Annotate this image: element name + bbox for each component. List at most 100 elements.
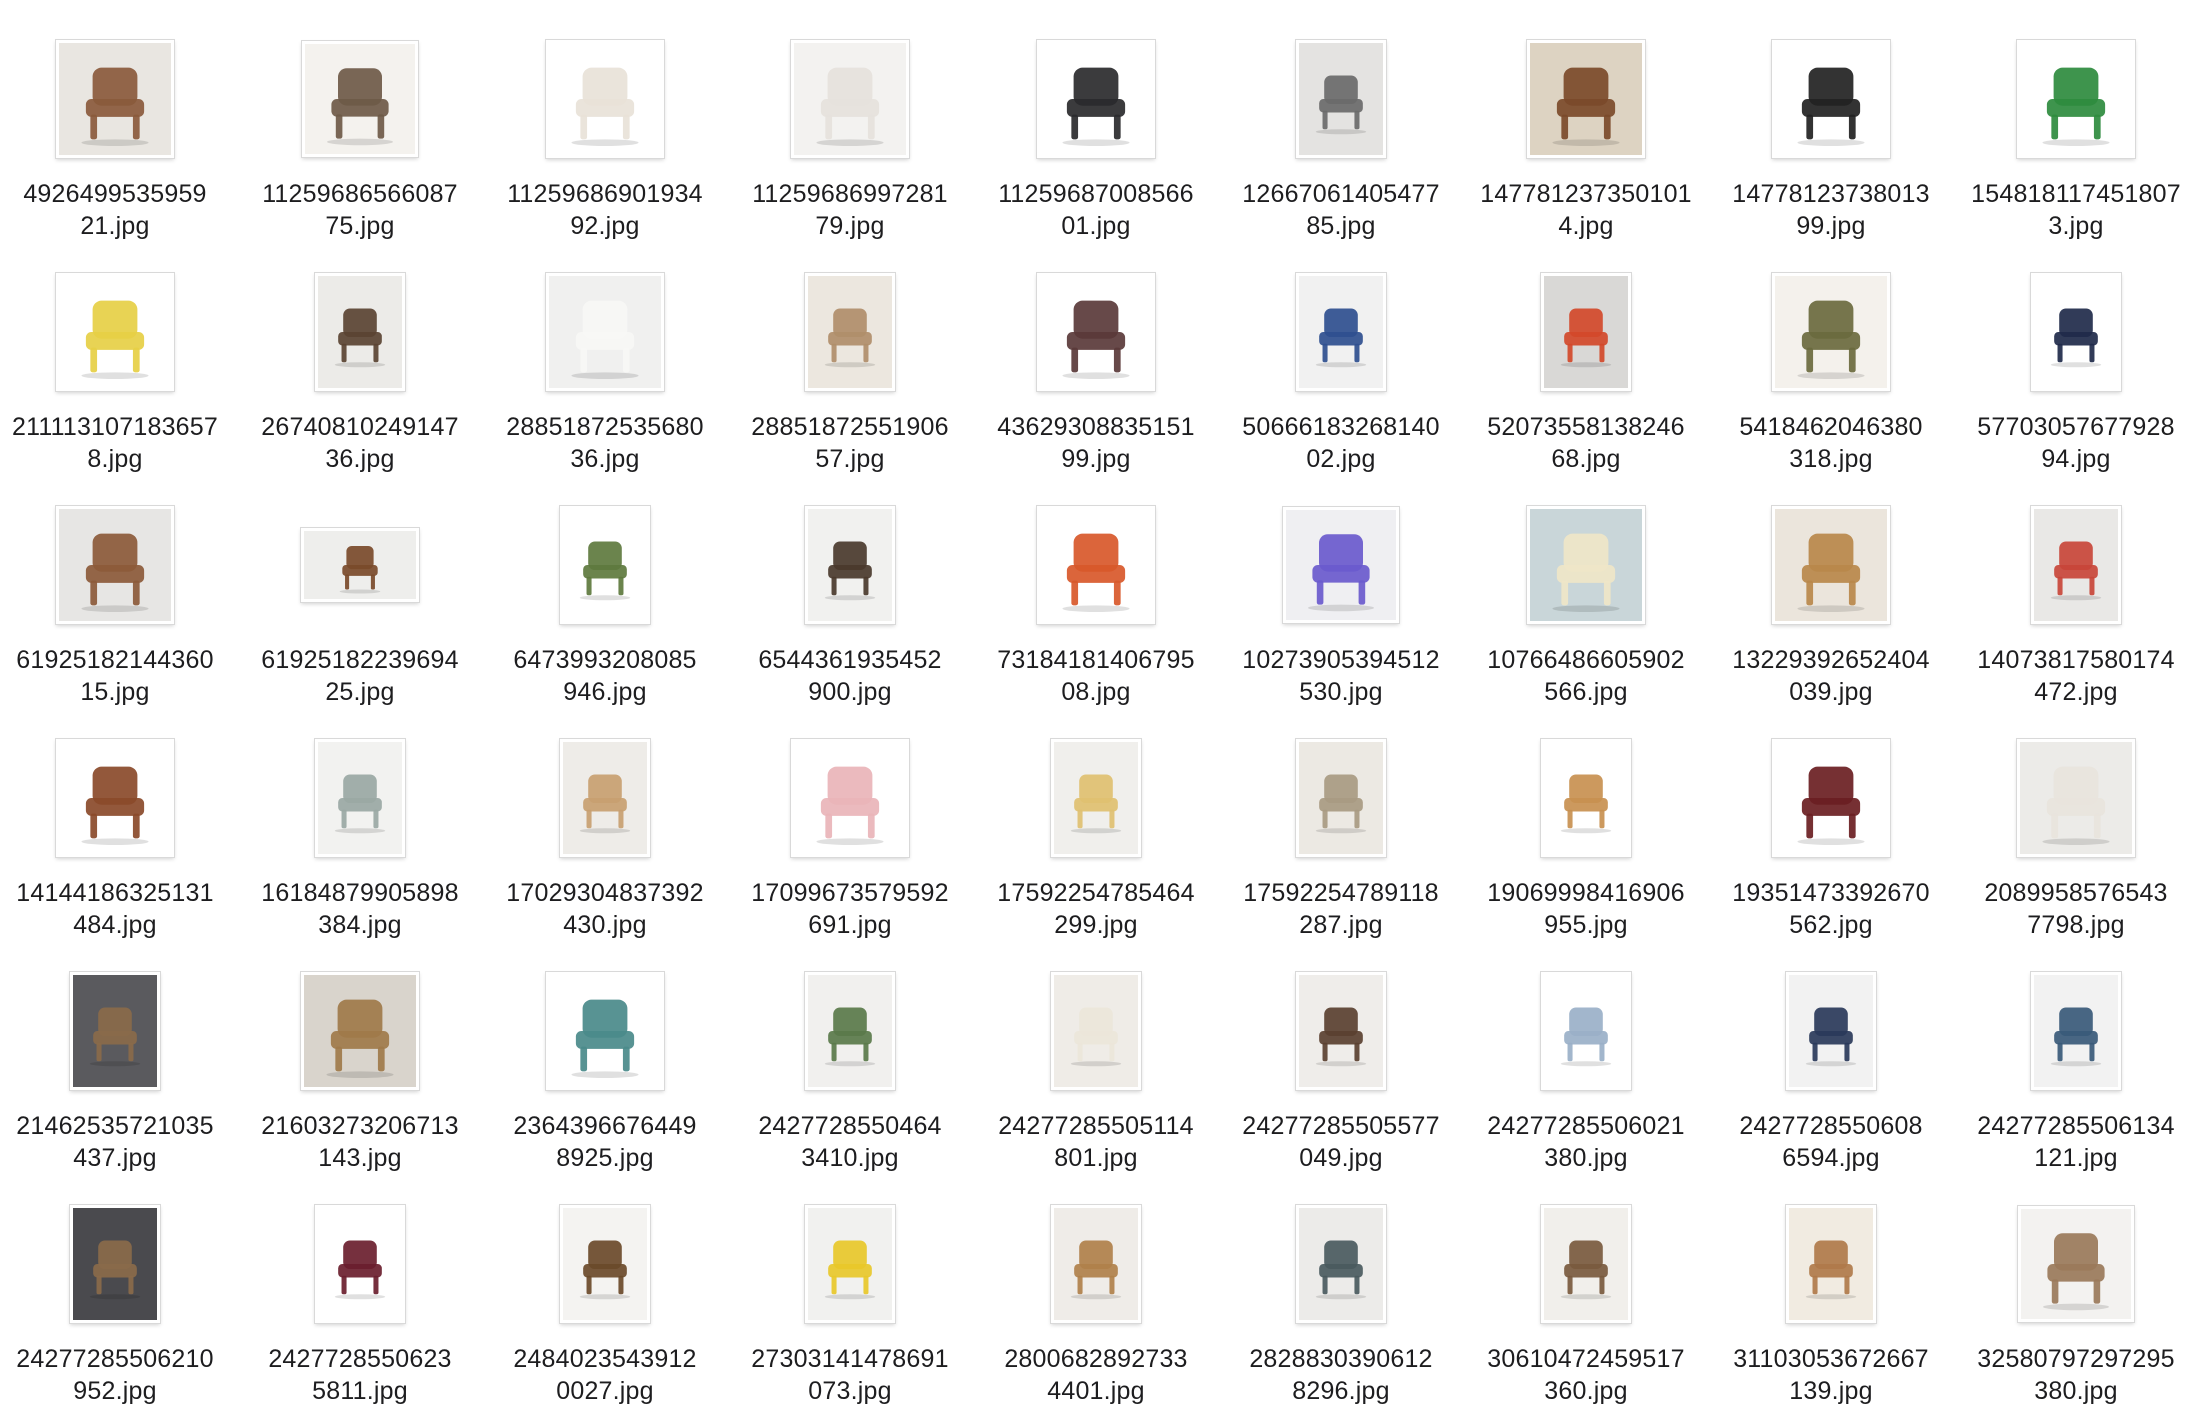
- file-item[interactable]: 50666183268140 02.jpg: [1221, 233, 1461, 473]
- chair-thumbnail-icon[interactable]: [791, 739, 909, 857]
- chair-thumbnail-icon[interactable]: [2017, 40, 2135, 158]
- file-name-label[interactable]: 2828830390612 8296.jpg: [1221, 1343, 1461, 1407]
- file-item[interactable]: 32580797297295 380.jpg: [1956, 1165, 2190, 1405]
- file-item[interactable]: 26740810249147 36.jpg: [240, 233, 480, 473]
- file-name-label[interactable]: 27303141478691 073.jpg: [730, 1343, 970, 1407]
- chair-thumbnail-icon[interactable]: [2031, 972, 2121, 1090]
- file-name-label[interactable]: 31103053672667 139.jpg: [1711, 1343, 1951, 1407]
- file-item[interactable]: 27303141478691 073.jpg: [730, 1165, 970, 1405]
- chair-thumbnail-icon[interactable]: [560, 739, 650, 857]
- chair-thumbnail-icon[interactable]: [560, 506, 650, 624]
- file-item[interactable]: 11259686566087 75.jpg: [240, 0, 480, 240]
- file-name-label[interactable]: 2427728550623 5811.jpg: [240, 1343, 480, 1407]
- chair-thumbnail-icon[interactable]: [1037, 273, 1155, 391]
- file-item[interactable]: 61925182144360 15.jpg: [0, 466, 235, 706]
- file-item[interactable]: 11259686901934 92.jpg: [485, 0, 725, 240]
- file-name-label[interactable]: 2800682892733 4401.jpg: [976, 1343, 1216, 1407]
- file-item[interactable]: 28851872551906 57.jpg: [730, 233, 970, 473]
- chair-thumbnail-icon[interactable]: [805, 273, 895, 391]
- file-item[interactable]: 17099673579592 691.jpg: [730, 699, 970, 939]
- chair-thumbnail-icon[interactable]: [546, 273, 664, 391]
- file-item[interactable]: 5418462046380 318.jpg: [1711, 233, 1951, 473]
- chair-thumbnail-icon[interactable]: [1786, 972, 1876, 1090]
- file-item[interactable]: 10273905394512 530.jpg: [1221, 466, 1461, 706]
- file-item[interactable]: 28851872535680 36.jpg: [485, 233, 725, 473]
- chair-thumbnail-icon[interactable]: [546, 40, 664, 158]
- file-item[interactable]: 52073558138246 68.jpg: [1466, 233, 1706, 473]
- file-item[interactable]: 2427728550623 5811.jpg: [240, 1165, 480, 1405]
- chair-thumbnail-icon[interactable]: [315, 273, 405, 391]
- chair-thumbnail-icon[interactable]: [70, 972, 160, 1090]
- file-item[interactable]: 211113107183657 8.jpg: [0, 233, 235, 473]
- file-item[interactable]: 24277285506021 380.jpg: [1466, 932, 1706, 1172]
- file-name-label[interactable]: 30610472459517 360.jpg: [1466, 1343, 1706, 1407]
- file-name-label[interactable]: 2484023543912 0027.jpg: [485, 1343, 725, 1407]
- file-item[interactable]: 11259686997281 79.jpg: [730, 0, 970, 240]
- file-item[interactable]: 21462535721035 437.jpg: [0, 932, 235, 1172]
- file-item[interactable]: 6473993208085 946.jpg: [485, 466, 725, 706]
- file-name-label[interactable]: 32580797297295 380.jpg: [1956, 1343, 2190, 1407]
- file-item[interactable]: 14144186325131 484.jpg: [0, 699, 235, 939]
- chair-thumbnail-icon[interactable]: [301, 972, 419, 1090]
- file-item[interactable]: 4926499535959 21.jpg: [0, 0, 235, 240]
- file-item[interactable]: 21603273206713 143.jpg: [240, 932, 480, 1172]
- file-item[interactable]: 19351473392670 562.jpg: [1711, 699, 1951, 939]
- file-item[interactable]: 16184879905898 384.jpg: [240, 699, 480, 939]
- chair-thumbnail-icon[interactable]: [2017, 739, 2135, 857]
- file-item[interactable]: 24277285506134 121.jpg: [1956, 932, 2190, 1172]
- chair-thumbnail-icon[interactable]: [1772, 739, 1890, 857]
- file-name-label[interactable]: 24277285506210 952.jpg: [0, 1343, 235, 1407]
- file-item[interactable]: 2828830390612 8296.jpg: [1221, 1165, 1461, 1405]
- chair-thumbnail-icon[interactable]: [1296, 1205, 1386, 1323]
- file-item[interactable]: 57703057677928 94.jpg: [1956, 233, 2190, 473]
- file-item[interactable]: 24277285505577 049.jpg: [1221, 932, 1461, 1172]
- chair-thumbnail-icon[interactable]: [1037, 40, 1155, 158]
- chair-thumbnail-icon[interactable]: [315, 1205, 405, 1323]
- file-item[interactable]: 147781237350101 4.jpg: [1466, 0, 1706, 240]
- file-item[interactable]: 11259687008566 01.jpg: [976, 0, 1216, 240]
- chair-thumbnail-icon[interactable]: [1541, 273, 1631, 391]
- file-item[interactable]: 14073817580174 472.jpg: [1956, 466, 2190, 706]
- chair-thumbnail-icon[interactable]: [1541, 739, 1631, 857]
- file-item[interactable]: 73184181406795 08.jpg: [976, 466, 1216, 706]
- file-item[interactable]: 43629308835151 99.jpg: [976, 233, 1216, 473]
- chair-thumbnail-icon[interactable]: [805, 1205, 895, 1323]
- file-item[interactable]: 13229392652404 039.jpg: [1711, 466, 1951, 706]
- chair-thumbnail-icon[interactable]: [805, 506, 895, 624]
- chair-thumbnail-icon[interactable]: [546, 972, 664, 1090]
- chair-thumbnail-icon[interactable]: [1772, 506, 1890, 624]
- file-item[interactable]: 6544361935452 900.jpg: [730, 466, 970, 706]
- chair-thumbnail-icon[interactable]: [1786, 1205, 1876, 1323]
- file-item[interactable]: 30610472459517 360.jpg: [1466, 1165, 1706, 1405]
- file-item[interactable]: 61925182239694 25.jpg: [240, 466, 480, 706]
- chair-thumbnail-icon[interactable]: [1772, 40, 1890, 158]
- chair-thumbnail-icon[interactable]: [1051, 1205, 1141, 1323]
- file-item[interactable]: 17592254785464 299.jpg: [976, 699, 1216, 939]
- chair-thumbnail-icon[interactable]: [1527, 506, 1645, 624]
- file-item[interactable]: 31103053672667 139.jpg: [1711, 1165, 1951, 1405]
- chair-thumbnail-icon[interactable]: [56, 40, 174, 158]
- chair-thumbnail-icon[interactable]: [302, 41, 418, 157]
- chair-thumbnail-icon[interactable]: [1037, 506, 1155, 624]
- chair-thumbnail-icon[interactable]: [791, 40, 909, 158]
- file-item[interactable]: 17592254789118 287.jpg: [1221, 699, 1461, 939]
- chair-thumbnail-icon[interactable]: [2018, 1206, 2134, 1322]
- file-item[interactable]: 19069998416906 955.jpg: [1466, 699, 1706, 939]
- file-item[interactable]: 2427728550464 3410.jpg: [730, 932, 970, 1172]
- file-item[interactable]: 14778123738013 99.jpg: [1711, 0, 1951, 240]
- chair-thumbnail-icon[interactable]: [56, 506, 174, 624]
- chair-thumbnail-icon[interactable]: [2031, 273, 2121, 391]
- chair-thumbnail-icon[interactable]: [301, 528, 419, 602]
- file-item[interactable]: 154818117451807 3.jpg: [1956, 0, 2190, 240]
- chair-thumbnail-icon[interactable]: [1051, 739, 1141, 857]
- chair-thumbnail-icon[interactable]: [1283, 507, 1399, 623]
- chair-thumbnail-icon[interactable]: [1541, 1205, 1631, 1323]
- chair-thumbnail-icon[interactable]: [1541, 972, 1631, 1090]
- chair-thumbnail-icon[interactable]: [1527, 40, 1645, 158]
- chair-thumbnail-icon[interactable]: [56, 739, 174, 857]
- chair-thumbnail-icon[interactable]: [56, 273, 174, 391]
- file-item[interactable]: 2484023543912 0027.jpg: [485, 1165, 725, 1405]
- file-item[interactable]: 24277285506210 952.jpg: [0, 1165, 235, 1405]
- chair-thumbnail-icon[interactable]: [1296, 972, 1386, 1090]
- chair-thumbnail-icon[interactable]: [1296, 739, 1386, 857]
